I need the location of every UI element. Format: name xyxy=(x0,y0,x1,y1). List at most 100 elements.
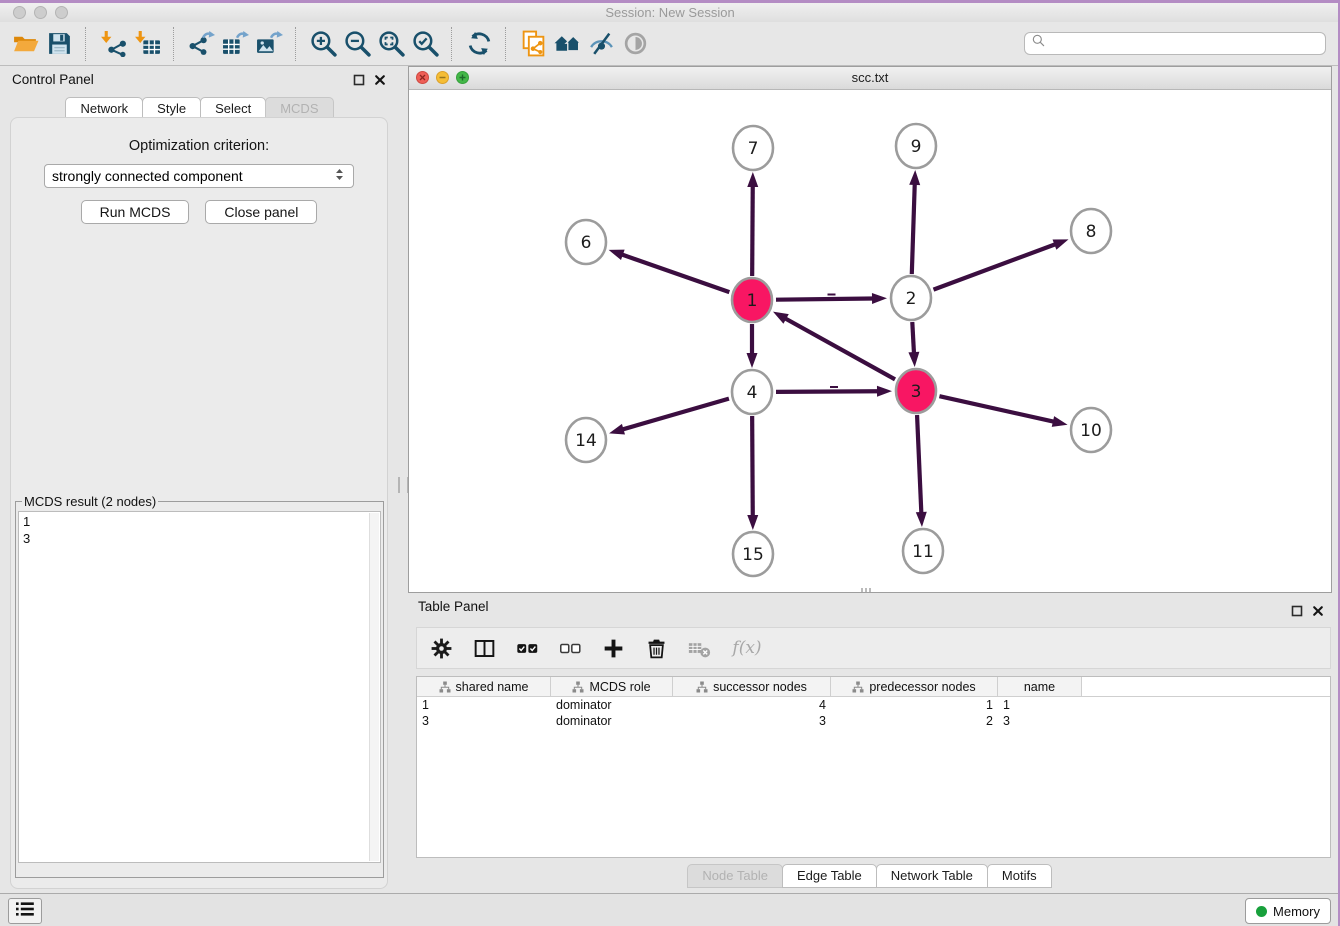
table-header-row: shared nameMCDS role successor nodes prede… xyxy=(417,677,1330,697)
mcds-result-box: MCDS result (2 nodes) 13 xyxy=(15,494,384,878)
check-pair-icon[interactable] xyxy=(515,635,539,661)
edge-arrowhead xyxy=(916,512,927,527)
edge-4-3[interactable] xyxy=(776,391,878,392)
split-panel-icon[interactable] xyxy=(472,635,496,661)
hide-eye-icon[interactable] xyxy=(584,26,618,62)
export-table-icon[interactable] xyxy=(218,26,252,62)
search-input[interactable] xyxy=(1051,36,1319,52)
table-cell[interactable]: 3 xyxy=(417,713,551,729)
main-toolbar xyxy=(0,22,1340,66)
function-fx-label: f(x) xyxy=(732,638,761,658)
canvas-resize-handle[interactable] xyxy=(861,588,871,592)
export-image-icon[interactable] xyxy=(252,26,286,62)
table-cell[interactable]: 1 xyxy=(998,697,1082,713)
graph-node-label: 3 xyxy=(911,382,922,402)
open-folder-icon[interactable] xyxy=(8,26,42,62)
close-panel-button[interactable]: Close panel xyxy=(205,200,317,224)
table-cell[interactable]: 1 xyxy=(831,697,998,713)
table-row[interactable]: 3dominator323 xyxy=(417,713,1330,729)
edge-2-8[interactable] xyxy=(933,244,1055,289)
edge-3-10[interactable] xyxy=(939,396,1053,422)
table-cell[interactable]: dominator xyxy=(551,697,673,713)
edge-3-11[interactable] xyxy=(917,415,921,513)
edge-label-mark xyxy=(828,294,836,296)
add-plus-icon[interactable] xyxy=(601,635,625,661)
result-scrollbar[interactable] xyxy=(369,513,379,861)
memory-label: Memory xyxy=(1273,904,1320,919)
edge-4-15[interactable] xyxy=(752,416,753,516)
graph-node-label: 14 xyxy=(575,431,597,451)
gear-icon[interactable] xyxy=(429,635,453,661)
import-network-icon[interactable] xyxy=(96,26,130,62)
graph-node-label: 7 xyxy=(748,139,759,159)
edge-2-3[interactable] xyxy=(912,322,914,353)
zoom-selected-icon[interactable] xyxy=(408,26,442,62)
zoom-fit-icon[interactable] xyxy=(374,26,408,62)
column-header-predecessor-nodes[interactable]: predecessor nodes xyxy=(831,677,998,696)
status-list-button[interactable] xyxy=(8,898,42,924)
column-label: successor nodes xyxy=(713,680,807,694)
dropdown-value: strongly connected component xyxy=(52,168,333,184)
table-cell[interactable]: 3 xyxy=(998,713,1082,729)
edge-arrowhead xyxy=(773,312,789,324)
column-header-name[interactable]: name xyxy=(998,677,1082,696)
close-table-panel-icon[interactable] xyxy=(1312,604,1324,622)
tab-node-table[interactable]: Node Table xyxy=(687,864,783,888)
column-header-successor-nodes[interactable]: successor nodes xyxy=(673,677,831,696)
control-panel-title: Control Panel xyxy=(12,72,94,87)
uncheck-pair-icon[interactable] xyxy=(558,635,582,661)
dropdown-stepper-icon xyxy=(333,168,346,184)
float-panel-icon[interactable] xyxy=(353,73,365,91)
import-table-icon[interactable] xyxy=(130,26,164,62)
edge-arrowhead xyxy=(747,515,758,530)
table-cell[interactable]: 4 xyxy=(673,697,831,713)
memory-button[interactable]: Memory xyxy=(1245,898,1331,924)
trash-icon[interactable] xyxy=(644,635,668,661)
edge-arrowhead xyxy=(908,352,919,367)
save-icon[interactable] xyxy=(42,26,76,62)
zoom-out-icon[interactable] xyxy=(340,26,374,62)
edge-1-7[interactable] xyxy=(752,186,753,276)
column-header-MCDS-role[interactable]: MCDS role xyxy=(551,677,673,696)
search-box[interactable] xyxy=(1024,32,1326,55)
network-window-titlebar[interactable]: scc.txt xyxy=(409,67,1331,90)
clone-network-icon[interactable] xyxy=(516,26,550,62)
edge-arrowhead xyxy=(909,170,920,185)
mcds-result-text[interactable]: 13 xyxy=(18,511,381,863)
status-bar: Memory xyxy=(0,893,1340,926)
zoom-in-icon[interactable] xyxy=(306,26,340,62)
close-panel-icon[interactable] xyxy=(374,73,386,91)
show-eye-icon[interactable] xyxy=(618,26,652,62)
edge-4-14[interactable] xyxy=(623,399,729,430)
run-mcds-button[interactable]: Run MCDS xyxy=(81,200,190,224)
edge-arrowhead xyxy=(747,353,758,368)
result-line: 3 xyxy=(23,530,376,547)
network-canvas[interactable]: 1234678910111415 xyxy=(409,90,1331,593)
optimization-criterion-dropdown[interactable]: strongly connected component xyxy=(44,164,354,188)
edge-1-2[interactable] xyxy=(776,298,873,299)
result-line: 1 xyxy=(23,513,376,530)
float-table-panel-icon[interactable] xyxy=(1291,604,1303,622)
graph-node-label: 6 xyxy=(581,233,592,253)
edge-3-1[interactable] xyxy=(785,318,895,379)
edge-2-9[interactable] xyxy=(912,184,915,274)
column-header-shared-name[interactable]: shared name xyxy=(417,677,551,696)
table-cell[interactable]: 2 xyxy=(831,713,998,729)
table-body: 1dominator4113dominator323 xyxy=(417,697,1330,729)
table-cell[interactable]: dominator xyxy=(551,713,673,729)
tab-network-table[interactable]: Network Table xyxy=(876,864,988,888)
export-network-icon[interactable] xyxy=(184,26,218,62)
tab-motifs[interactable]: Motifs xyxy=(987,864,1052,888)
edge-1-6[interactable] xyxy=(622,255,729,293)
table-cell[interactable]: 3 xyxy=(673,713,831,729)
tab-edge-table[interactable]: Edge Table xyxy=(782,864,877,888)
table-panel-title: Table Panel xyxy=(418,599,489,614)
table-cell[interactable]: 1 xyxy=(417,697,551,713)
graph-node-label: 4 xyxy=(747,383,758,403)
toolbar-separator xyxy=(451,27,453,61)
table-row[interactable]: 1dominator411 xyxy=(417,697,1330,713)
refresh-icon[interactable] xyxy=(462,26,496,62)
graph-node-label: 8 xyxy=(1086,222,1097,242)
home-neighbors-icon[interactable] xyxy=(550,26,584,62)
graph-node-label: 2 xyxy=(906,289,917,309)
